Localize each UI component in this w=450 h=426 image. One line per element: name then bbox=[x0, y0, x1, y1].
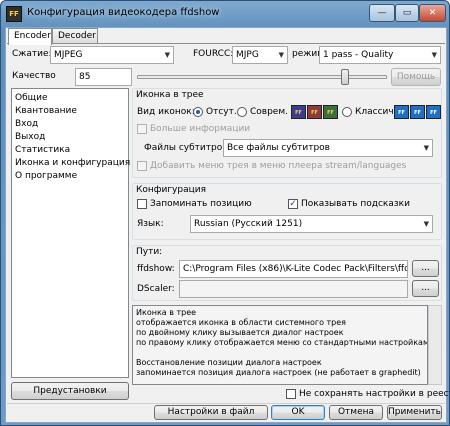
help-line: по двойному клику вызывается диалог наст… bbox=[136, 328, 344, 337]
help-line: Восстановление позиции диалога настроек bbox=[136, 358, 322, 367]
ffdshow-tray-icon: FF bbox=[307, 105, 322, 119]
chevron-down-icon: ▼ bbox=[423, 144, 429, 152]
radio-icon-modern-label: Соврем. bbox=[250, 107, 288, 117]
help-line: Иконка в трее bbox=[136, 308, 197, 317]
more-info-checkbox[interactable] bbox=[137, 124, 147, 134]
remember-position-checkbox[interactable] bbox=[137, 199, 147, 209]
subtitle-files-value: Все файлы субтитров bbox=[227, 143, 330, 153]
dialog-window: FF Конфигурация видеокодера ffdshow — ▭ … bbox=[0, 0, 450, 426]
icon-type-label: Вид иконок: bbox=[137, 107, 195, 117]
help-text-box: Иконка в трее отображается иконка в обла… bbox=[132, 305, 428, 385]
tab-encoder[interactable]: Encoder bbox=[8, 28, 52, 45]
compression-label: Сжатие: bbox=[12, 49, 52, 59]
radio-icon-none-label: Отсут. bbox=[206, 107, 237, 117]
no-save-registry-checkbox[interactable] bbox=[286, 389, 296, 399]
apply-button[interactable]: Применить bbox=[387, 405, 442, 420]
ffdshow-tray-icon: FF bbox=[426, 105, 441, 119]
tab-decoder[interactable]: Decoder bbox=[52, 28, 98, 44]
paths-title: Пути: bbox=[136, 247, 163, 257]
footer-divider bbox=[7, 403, 445, 404]
fourcc-value: MJPG bbox=[236, 50, 259, 60]
ffdshow-tray-icon: FF bbox=[323, 105, 338, 119]
language-select[interactable]: Russian (Русский 1251) ▼ bbox=[190, 215, 433, 233]
show-tooltips-label: Показывать подсказки bbox=[301, 199, 410, 209]
presets-button[interactable]: Предустановки bbox=[11, 382, 129, 400]
dialog-client: Encoder Decoder Сжатие: MJPEG ▼ FOURCC: … bbox=[5, 27, 450, 423]
ok-button[interactable]: OK bbox=[271, 405, 325, 420]
slider-thumb[interactable] bbox=[341, 69, 349, 85]
config-group-title: Конфигурация bbox=[136, 185, 206, 195]
chevron-down-icon: ▼ bbox=[423, 220, 429, 228]
ffdshow-path-label: ffdshow: bbox=[137, 264, 175, 274]
compression-value: MJPEG bbox=[54, 50, 83, 60]
classic-icons-preview: FF FF FF bbox=[394, 105, 441, 121]
nav-item-statistics[interactable]: Статистика bbox=[15, 144, 70, 156]
mode-select[interactable]: 1 pass - Quality ▼ bbox=[319, 46, 441, 64]
more-info-label: Больше информации bbox=[150, 124, 251, 134]
compression-select[interactable]: MJPEG ▼ bbox=[50, 46, 174, 64]
remember-position-label: Запоминать позицию bbox=[150, 199, 252, 209]
ffdshow-app-icon: FF bbox=[6, 6, 22, 22]
settings-nav-list[interactable]: Общие Квантование Вход Выход Статистика … bbox=[11, 88, 130, 378]
ffdshow-tray-icon: FF bbox=[394, 105, 409, 119]
help-line: запоминается позиция диалога настроек (н… bbox=[136, 368, 421, 377]
quality-input[interactable]: 85 bbox=[75, 68, 132, 86]
minimize-button[interactable]: — bbox=[369, 4, 395, 22]
subtitle-files-label: Файлы субтитров: bbox=[144, 143, 231, 153]
tray-group-title: Иконка в трее bbox=[136, 90, 204, 100]
ffdshow-tray-icon: FF bbox=[291, 105, 306, 119]
nav-item-tray-config[interactable]: Иконка и конфигурация bbox=[15, 157, 130, 169]
chevron-down-icon: ▼ bbox=[164, 51, 170, 59]
maximize-button[interactable]: ▭ bbox=[395, 4, 419, 22]
radio-icon-classic[interactable] bbox=[342, 107, 352, 117]
language-label: Язык: bbox=[137, 219, 164, 229]
mode-value: 1 pass - Quality bbox=[323, 50, 394, 60]
save-to-file-button[interactable]: Настройки в файл bbox=[154, 405, 268, 420]
slider-track bbox=[137, 75, 387, 79]
ffdshow-path-input[interactable]: C:\Program Files (x86)\K-Lite Codec Pack… bbox=[179, 260, 408, 278]
fourcc-label: FOURCC: bbox=[193, 49, 234, 59]
subtitle-files-select[interactable]: Все файлы субтитров ▼ bbox=[223, 139, 433, 157]
radio-icon-classic-label: Классич. bbox=[355, 107, 397, 117]
chevron-down-icon: ▼ bbox=[431, 51, 437, 59]
add-tray-menu-checkbox[interactable] bbox=[137, 161, 147, 171]
fourcc-select[interactable]: MJPG ▼ bbox=[232, 46, 288, 64]
no-save-registry-label: Не сохранять настройки в реестр bbox=[299, 389, 450, 399]
close-button[interactable]: ✕ bbox=[419, 4, 446, 22]
language-value: Russian (Русский 1251) bbox=[194, 219, 303, 229]
encoder-panel: Сжатие: MJPEG ▼ FOURCC: MJPG ▼ режим 1 p… bbox=[7, 43, 450, 420]
quality-label: Качество bbox=[12, 71, 56, 81]
browse-ffdshow-button[interactable]: ... bbox=[412, 260, 439, 277]
radio-icon-modern[interactable] bbox=[237, 107, 247, 117]
add-tray-menu-label: Добавить меню трея в меню плеера stream/… bbox=[150, 161, 407, 171]
nav-item-quantization[interactable]: Квантование bbox=[15, 105, 77, 117]
cancel-button[interactable]: Отмена bbox=[329, 405, 383, 420]
modern-icons-preview: FF FF FF bbox=[291, 105, 338, 121]
radio-icon-none[interactable] bbox=[193, 107, 203, 117]
show-tooltips-checkbox[interactable]: ✓ bbox=[288, 199, 298, 209]
chevron-down-icon: ▼ bbox=[278, 51, 284, 59]
help-text-scrollbar[interactable] bbox=[428, 305, 442, 385]
browse-dscaler-button[interactable]: ... bbox=[412, 280, 439, 297]
dscaler-path-input[interactable] bbox=[179, 280, 408, 298]
nav-item-general[interactable]: Общие bbox=[15, 92, 48, 104]
window-title: Конфигурация видеокодера ffdshow bbox=[27, 7, 220, 18]
help-button[interactable]: Помощь bbox=[391, 68, 441, 86]
help-line: по правому клику отображается меню со ст… bbox=[136, 338, 428, 347]
ffdshow-tray-icon: FF bbox=[410, 105, 425, 119]
nav-item-about[interactable]: О программе bbox=[15, 170, 77, 182]
dscaler-path-label: DScaler: bbox=[137, 284, 175, 294]
title-bar[interactable]: FF Конфигурация видеокодера ffdshow — ▭ … bbox=[1, 1, 449, 27]
help-line: отображается иконка в области системного… bbox=[136, 318, 346, 327]
nav-item-output[interactable]: Выход bbox=[15, 131, 45, 143]
nav-item-input[interactable]: Вход bbox=[15, 118, 38, 130]
